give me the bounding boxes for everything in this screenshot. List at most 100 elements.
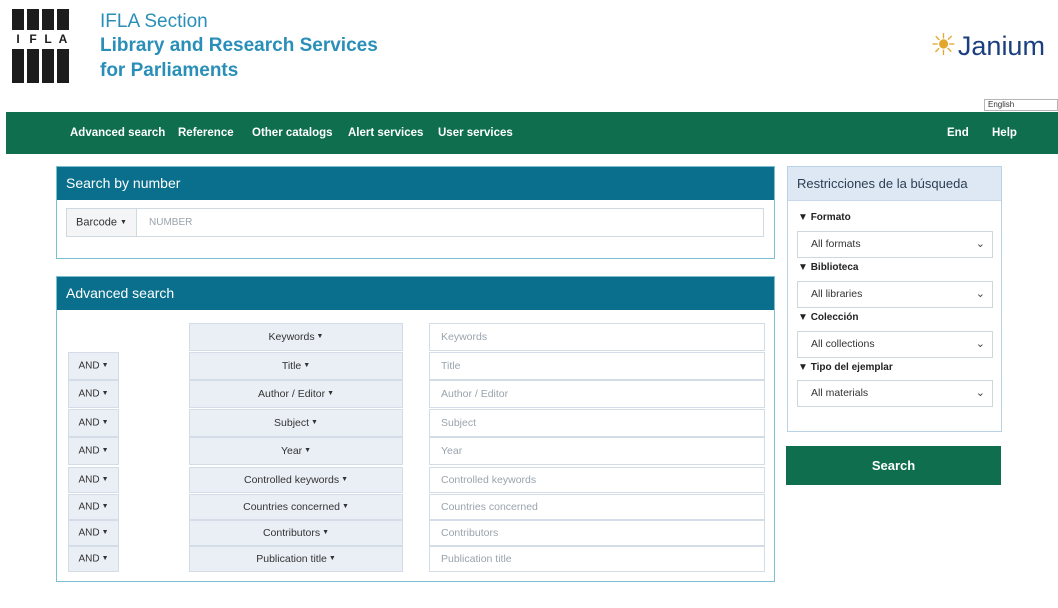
search-button[interactable]: Search xyxy=(786,446,1001,485)
caret-down-icon: ▼ xyxy=(302,447,312,455)
operator-label: AND xyxy=(78,445,100,457)
funnel-icon: ▼ xyxy=(798,362,808,373)
library-select[interactable]: All libraries ⌄ xyxy=(797,281,993,308)
nav-alert-services[interactable]: Alert services xyxy=(348,112,423,154)
barcode-search: Barcode ▼ NUMBER xyxy=(66,208,764,237)
operator-label: AND xyxy=(78,527,100,539)
nav-user-services[interactable]: User services xyxy=(438,112,513,154)
caret-down-icon: ▼ xyxy=(340,503,349,511)
section-line-3: for Parliaments xyxy=(100,60,239,81)
field-selector-dropdown[interactable]: Keywords ▼ xyxy=(189,323,403,351)
search-row: AND ▼ Title ▼ Title xyxy=(57,352,774,380)
logo-bar: F xyxy=(27,9,39,83)
caret-down-icon: ▼ xyxy=(99,419,109,426)
field-selector-dropdown[interactable]: Controlled keywords ▼ xyxy=(189,467,403,493)
barcode-type-label: Barcode xyxy=(76,216,117,229)
sun-icon: ☀ xyxy=(930,29,957,62)
chevron-down-icon: ⌄ xyxy=(975,387,985,399)
filter-label-tipo: ▼ Tipo del ejemplar xyxy=(798,362,893,373)
search-row: AND ▼ Controlled keywords ▼ Controlled key… xyxy=(57,467,774,493)
field-label: Author / Editor xyxy=(258,388,326,400)
format-select[interactable]: All formats ⌄ xyxy=(797,231,993,258)
number-input[interactable]: NUMBER xyxy=(149,209,192,236)
boolean-operator-dropdown[interactable]: AND ▼ xyxy=(68,380,119,408)
caret-down-icon: ▼ xyxy=(314,333,324,341)
field-label: Year xyxy=(280,445,303,457)
search-term-input[interactable]: Controlled keywords xyxy=(429,467,765,493)
section-line-1: IFLA Section xyxy=(100,11,208,32)
operator-label: AND xyxy=(78,360,100,372)
caret-down-icon: ▼ xyxy=(301,362,311,370)
search-term-input[interactable]: Keywords xyxy=(429,323,765,351)
funnel-icon: ▼ xyxy=(798,212,808,223)
nav-end[interactable]: End xyxy=(947,112,969,154)
search-term-input[interactable]: Contributors xyxy=(429,520,765,546)
field-label: Controlled keywords xyxy=(243,474,340,486)
panel-title: Advanced search xyxy=(57,277,774,310)
caret-down-icon: ▼ xyxy=(120,219,127,226)
boolean-operator-dropdown[interactable]: AND ▼ xyxy=(68,494,119,520)
chevron-down-icon: ⌄ xyxy=(975,338,985,350)
logo-letter: A xyxy=(57,30,69,49)
barcode-type-dropdown[interactable]: Barcode ▼ xyxy=(67,209,137,236)
logo-letter: I xyxy=(12,30,24,49)
field-label: Subject xyxy=(274,417,310,429)
search-row: AND ▼ Countries concerned ▼ Countries conc… xyxy=(57,494,774,520)
main-nav: Advanced search Reference Other catalogs… xyxy=(6,112,1058,154)
section-line-2: Library and Research Services xyxy=(100,35,378,56)
field-selector-dropdown[interactable]: Contributors ▼ xyxy=(189,520,403,546)
search-term-input[interactable]: Title xyxy=(429,352,765,380)
field-label: Title xyxy=(281,360,302,372)
field-selector-dropdown[interactable]: Subject ▼ xyxy=(189,409,403,437)
boolean-operator-dropdown[interactable]: AND ▼ xyxy=(68,352,119,380)
collection-select[interactable]: All collections ⌄ xyxy=(797,331,993,358)
operator-label: AND xyxy=(78,388,100,400)
caret-down-icon: ▼ xyxy=(99,447,109,454)
language-select[interactable]: English xyxy=(984,99,1058,111)
boolean-operator-dropdown[interactable]: AND ▼ xyxy=(68,437,119,465)
field-selector-dropdown[interactable]: Author / Editor ▼ xyxy=(189,380,403,408)
search-row: AND ▼ Year ▼ Year xyxy=(57,437,774,465)
nav-other-catalogs[interactable]: Other catalogs xyxy=(252,112,333,154)
caret-down-icon: ▼ xyxy=(339,476,348,484)
logo-letter: L xyxy=(42,30,54,49)
filter-label-formato: ▼ Formato xyxy=(798,212,851,223)
panel-title: Search by number xyxy=(57,167,774,200)
janium-wordmark: Janium xyxy=(957,31,1045,61)
search-term-input[interactable]: Year xyxy=(429,437,765,465)
caret-down-icon: ▼ xyxy=(99,529,109,536)
field-selector-dropdown[interactable]: Publication title ▼ xyxy=(189,546,403,572)
operator-label: AND xyxy=(78,553,100,565)
field-selector-dropdown[interactable]: Year ▼ xyxy=(189,437,403,465)
field-selector-dropdown[interactable]: Title ▼ xyxy=(189,352,403,380)
field-label: Countries concerned xyxy=(243,501,340,513)
caret-down-icon: ▼ xyxy=(325,390,334,398)
search-row: AND ▼ Publication title ▼ Publication titl… xyxy=(57,546,774,572)
caret-down-icon: ▼ xyxy=(99,476,109,483)
caret-down-icon: ▼ xyxy=(320,529,330,537)
chevron-down-icon: ⌄ xyxy=(975,238,985,250)
field-selector-dropdown[interactable]: Countries concerned ▼ xyxy=(189,494,403,520)
ifla-logo[interactable]: I F L A xyxy=(12,9,84,83)
boolean-operator-dropdown[interactable]: AND ▼ xyxy=(68,467,119,493)
filter-label-biblioteca: ▼ Biblioteca xyxy=(798,262,859,273)
boolean-operator-dropdown[interactable]: AND ▼ xyxy=(68,409,119,437)
nav-reference[interactable]: Reference xyxy=(178,112,234,154)
search-term-input[interactable]: Author / Editor xyxy=(429,380,765,408)
field-label: Keywords xyxy=(268,331,315,343)
boolean-operator-dropdown[interactable]: AND ▼ xyxy=(68,546,119,572)
operator-label: AND xyxy=(78,417,100,429)
search-term-input[interactable]: Countries concerned xyxy=(429,494,765,520)
nav-help[interactable]: Help xyxy=(992,112,1017,154)
funnel-icon: ▼ xyxy=(798,262,808,273)
janium-logo[interactable]: ☀ Janium xyxy=(930,28,1045,64)
search-term-input[interactable]: Subject xyxy=(429,409,765,437)
logo-bar: L xyxy=(42,9,54,83)
search-term-input[interactable]: Publication title xyxy=(429,546,765,572)
chevron-down-icon: ⌄ xyxy=(975,288,985,300)
nav-advanced-search[interactable]: Advanced search xyxy=(70,112,165,154)
search-by-number-panel: Search by number Barcode ▼ NUMBER xyxy=(56,166,775,259)
boolean-operator-dropdown[interactable]: AND ▼ xyxy=(68,520,119,546)
funnel-icon: ▼ xyxy=(798,312,808,323)
material-select[interactable]: All materials ⌄ xyxy=(797,380,993,407)
